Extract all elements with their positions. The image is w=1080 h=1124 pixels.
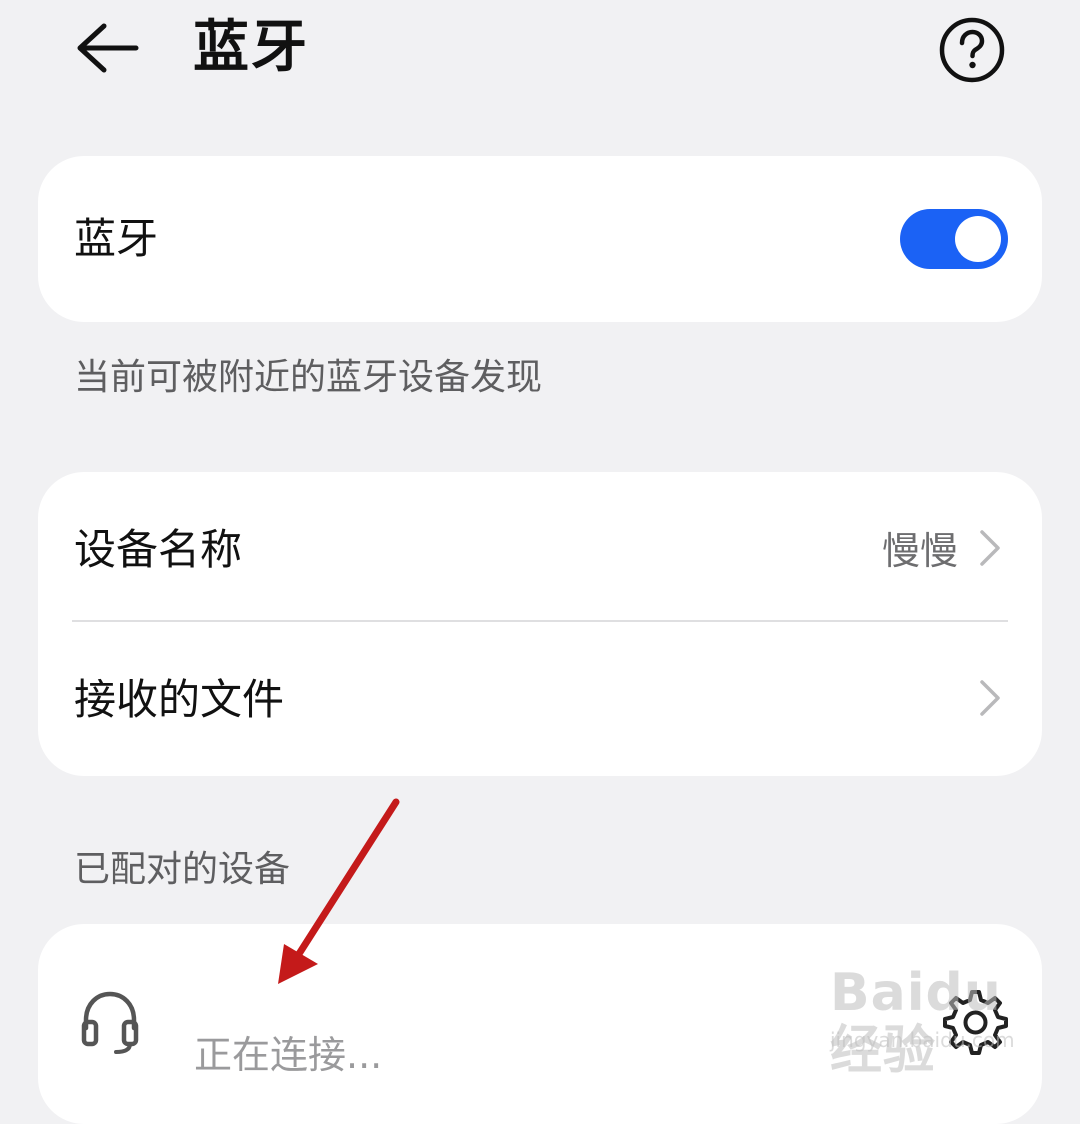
bluetooth-card: 蓝牙	[38, 156, 1042, 322]
device-name-value: 慢慢	[881, 529, 958, 573]
device-status: 正在连接...	[194, 1033, 383, 1077]
help-button[interactable]	[936, 14, 1008, 86]
received-files-row[interactable]: 接收的文件	[38, 622, 1042, 772]
question-circle-icon	[939, 17, 1005, 83]
toggle-knob	[955, 216, 1001, 262]
bluetooth-label: 蓝牙	[74, 214, 159, 263]
received-files-label: 接收的文件	[74, 675, 285, 724]
options-card: 设备名称 慢慢 接收的文件	[38, 472, 1042, 776]
back-button[interactable]	[70, 14, 146, 80]
paired-devices-title: 已配对的设备	[74, 849, 291, 890]
headset-icon	[81, 991, 139, 1054]
chevron-right-icon	[980, 530, 1000, 566]
chevron-right-icon	[980, 680, 1000, 716]
gear-icon[interactable]	[934, 984, 1010, 1060]
device-name-row[interactable]: 设备名称 慢慢	[38, 472, 1042, 622]
bluetooth-toggle[interactable]	[900, 209, 1008, 269]
device-name-label: 设备名称	[74, 525, 243, 574]
page-title: 蓝牙	[193, 15, 309, 80]
paired-devices-card: 正在连接...	[38, 924, 1042, 1124]
arrow-left-icon	[77, 23, 139, 73]
visibility-hint: 当前可被附近的蓝牙设备发现	[74, 357, 543, 398]
